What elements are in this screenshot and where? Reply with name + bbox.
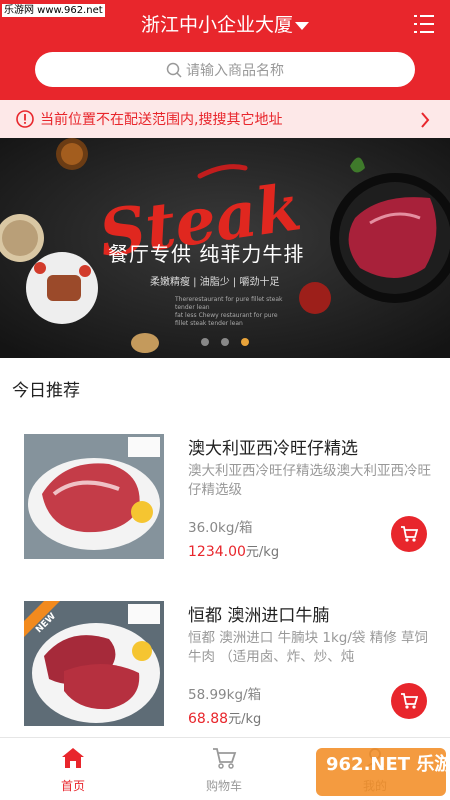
header-bar: 乐游网 www.962.net 浙江中小企业大厦 请输入商品名称 [0,0,450,100]
product-spec: 58.99kg/箱 [188,687,262,703]
section-title: 今日推荐 [12,381,80,401]
carousel-indicator[interactable] [0,338,450,346]
watermark-logo: 962.NET 乐游网 [316,748,450,796]
add-to-cart-button[interactable] [391,683,427,719]
carousel-dot[interactable] [221,338,229,346]
product-spec: 36.0kg/箱 [188,520,253,536]
tab-cart-label: 购物车 [205,779,242,793]
carousel-dot[interactable] [201,338,209,346]
product-desc: 澳大利亚西冷旺仔精选级澳大利亚西冷旺仔精选级 [188,463,431,498]
product-image[interactable]: NEW [24,601,164,726]
search-icon [166,62,182,78]
product-card[interactable]: 澳大利亚西冷旺仔精选 澳大利亚西冷旺仔精选级澳大利亚西冷旺仔精选级 36.0kg… [0,426,450,586]
cart-outline-icon [213,748,237,769]
chevron-right-icon [421,112,430,128]
banner-headline: 餐厅专供 纯菲力牛排 [108,242,305,266]
product-price: 1234.00元/kg [188,544,280,560]
warning-icon [16,110,34,128]
list-menu-icon[interactable] [414,15,434,33]
carousel-dot-active[interactable] [241,338,249,346]
add-to-cart-button[interactable] [391,516,427,552]
svg-text:962.NET 乐游网: 962.NET 乐游网 [326,753,450,775]
location-title: 浙江中小企业大厦 [140,14,293,36]
product-name[interactable]: 恒都 澳洲进口牛腩 [188,601,329,626]
new-badge: NEW [24,601,60,637]
tab-home[interactable]: 首页 [33,746,113,794]
search-placeholder: 请输入商品名称 [186,62,284,79]
product-image[interactable] [24,434,164,559]
home-icon [62,748,84,768]
search-input[interactable]: 请输入商品名称 [35,52,415,87]
promo-banner[interactable]: Steak 餐厅专供 纯菲力牛排 柔嫩精瘦 | 油脂少 | 嚼劲十足 There… [0,138,450,358]
product-card[interactable]: NEW 恒都 澳洲进口牛腩 恒都 澳洲进口 牛腩块 1kg/袋 精修 草饲牛肉 … [0,593,450,753]
location-selector[interactable]: 浙江中小企业大厦 [0,12,450,38]
cart-icon [401,526,418,542]
tab-cart[interactable]: 购物车 [184,746,264,794]
notice-text: 当前位置不在配送范围内,搜搜其它地址 [40,112,283,128]
caret-down-icon [295,21,309,30]
product-desc: 恒都 澳洲进口 牛腩块 1kg/袋 精修 草饲牛肉 （适用卤、炸、炒、炖 [188,630,428,665]
cart-icon [401,693,418,709]
product-name[interactable]: 澳大利亚西冷旺仔精选 [188,434,358,459]
delivery-notice[interactable]: 当前位置不在配送范围内,搜搜其它地址 [0,100,450,138]
tab-home-label: 首页 [60,779,85,793]
banner-subline: 柔嫩精瘦 | 油脂少 | 嚼劲十足 [150,277,280,288]
product-price: 68.88元/kg [188,711,262,727]
banner-fine-print: Thererestaurant for pure fillet steak te… [175,296,283,327]
